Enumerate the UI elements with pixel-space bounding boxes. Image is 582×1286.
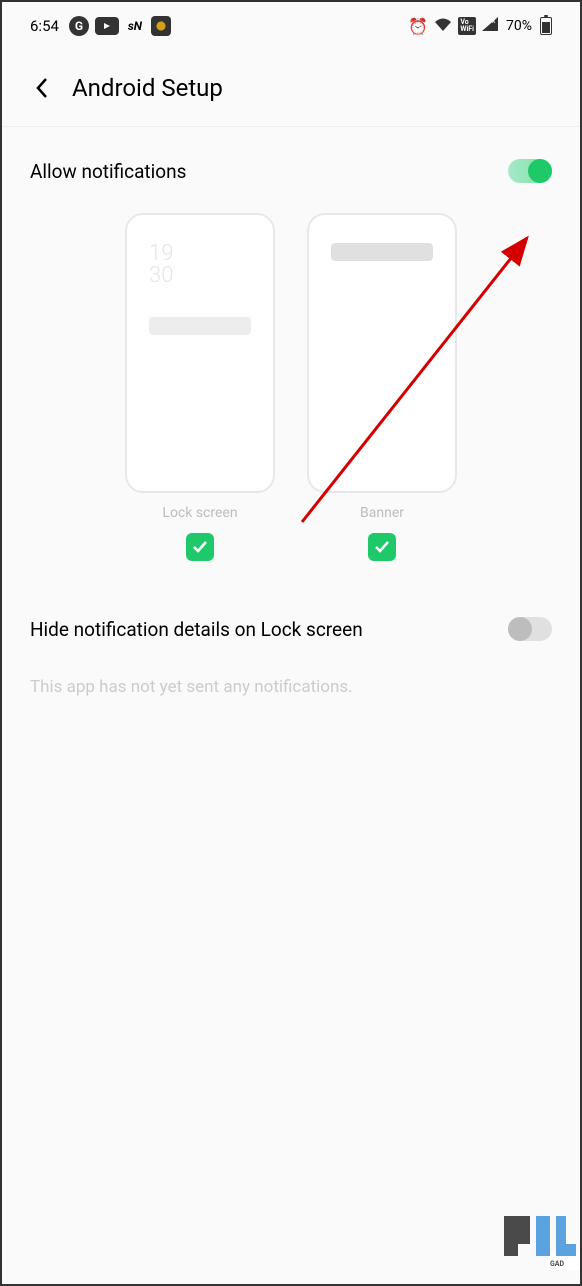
back-button[interactable] <box>30 76 54 100</box>
hide-details-toggle[interactable] <box>508 617 552 641</box>
phone-mock-banner[interactable] <box>307 213 457 493</box>
svg-text:x: x <box>492 17 496 25</box>
check-icon <box>191 538 209 556</box>
battery-icon <box>540 17 552 35</box>
app-icon-gold <box>151 16 171 36</box>
banner-placeholder-bar <box>331 243 433 261</box>
status-bar: 6:54 G sN ⏰ VoWiFi x 70% <box>2 2 580 44</box>
lock-time: 19 30 <box>149 243 251 287</box>
phone-inner: 19 30 <box>137 225 263 481</box>
signal-icon: x <box>482 17 498 35</box>
status-right: ⏰ VoWiFi x 70% <box>408 17 552 36</box>
app-icon-sn: sN <box>125 16 145 36</box>
volte-icon: VoWiFi <box>458 17 476 35</box>
clock: 6:54 <box>30 17 59 35</box>
watermark-logo: GAD <box>500 1206 580 1270</box>
phone-mock-lockscreen[interactable]: 19 30 <box>125 213 275 493</box>
info-text: This app has not yet sent any notificati… <box>2 641 580 733</box>
google-app-icon: G <box>69 16 89 36</box>
preview-label-lockscreen: Lock screen <box>162 505 237 521</box>
allow-notifications-row: Allow notifications <box>2 127 580 203</box>
notif-placeholder-bar <box>149 317 251 335</box>
preview-lockscreen: 19 30 Lock screen <box>125 213 275 561</box>
wifi-icon <box>434 17 452 36</box>
svg-text:GAD: GAD <box>550 1260 564 1268</box>
status-left: 6:54 G sN <box>30 16 171 36</box>
notification-previews: 19 30 Lock screen Banner <box>2 203 580 581</box>
battery-percentage: 70% <box>506 18 532 34</box>
header: Android Setup <box>2 44 580 127</box>
preview-label-banner: Banner <box>360 505 404 521</box>
hide-details-label: Hide notification details on Lock screen <box>30 618 363 641</box>
preview-banner: Banner <box>307 213 457 561</box>
checkbox-banner[interactable] <box>368 533 396 561</box>
hide-details-row: Hide notification details on Lock screen <box>2 581 580 641</box>
check-icon <box>373 538 391 556</box>
alarm-icon: ⏰ <box>408 17 428 36</box>
toggle-knob <box>508 617 532 641</box>
checkbox-lockscreen[interactable] <box>186 533 214 561</box>
youtube-icon <box>95 17 119 35</box>
phone-inner <box>319 225 445 481</box>
allow-notifications-toggle[interactable] <box>508 159 552 183</box>
page-title: Android Setup <box>72 74 223 102</box>
allow-notifications-label: Allow notifications <box>30 160 186 183</box>
toggle-knob <box>528 159 552 183</box>
